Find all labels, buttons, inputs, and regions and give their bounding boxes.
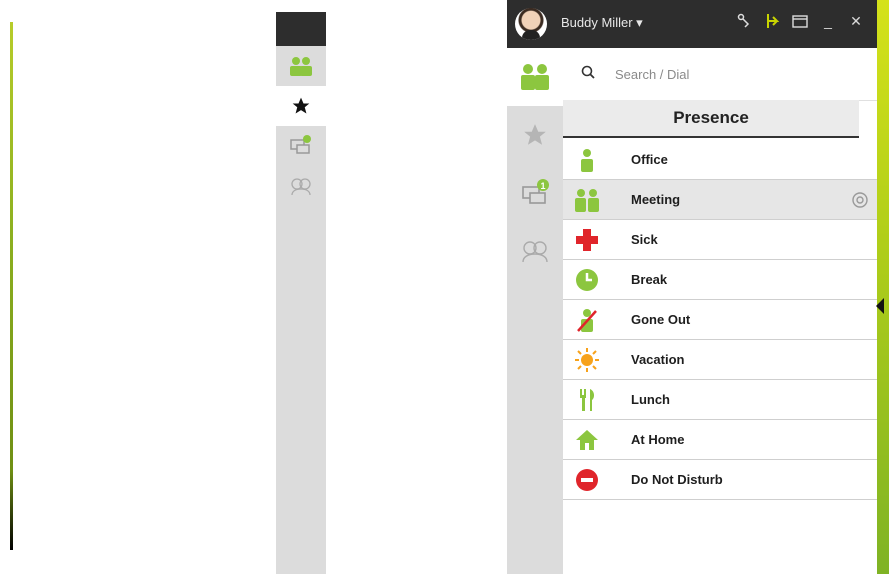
presence-item-do-not-disturb[interactable]: Do Not Disturb [563,460,877,500]
presence-label: Sick [631,232,658,247]
search-icon [581,65,595,79]
presence-label: At Home [631,432,685,447]
avatar[interactable] [515,8,547,40]
presence-list: Office Meeting Sick Break Gone Out Vacat… [563,140,877,500]
meeting-icon [575,189,599,212]
sidebar: 1 [507,48,563,574]
presence-item-vacation[interactable]: Vacation [563,340,877,380]
minimize-icon[interactable]: _ [819,12,837,30]
collapsed-contacts-button[interactable] [276,46,326,86]
presence-label: Vacation [631,352,685,367]
presence-item-sick[interactable]: Sick [563,220,877,260]
pin-icon[interactable] [763,12,781,30]
gone-out-icon [577,309,597,332]
presence-item-office[interactable]: Office [563,140,877,180]
sidebar-item-favorites[interactable] [507,106,563,164]
presence-label: Lunch [631,392,670,407]
fork-knife-icon [580,389,595,411]
collapsed-groups-button[interactable] [276,166,326,206]
groups-icon [291,178,311,196]
presence-label: Gone Out [631,312,691,327]
presence-item-gone-out[interactable]: Gone Out [563,300,877,340]
presence-item-meeting[interactable]: Meeting [563,180,877,220]
presence-label: Meeting [631,192,681,207]
collapsed-chat-button[interactable] [276,126,326,166]
presence-item-break[interactable]: Break [563,260,877,300]
sun-icon [575,348,599,372]
contacts-icon [521,64,549,90]
gear-icon[interactable] [851,191,869,209]
person-icon [581,149,593,172]
collapsed-sidebar [276,12,326,574]
sidebar-item-chat[interactable]: 1 [507,164,563,222]
presence-label: Break [631,272,668,287]
sidebar-item-contacts[interactable] [507,48,563,106]
close-icon[interactable]: ✕ [847,12,865,30]
right-edge-bar [877,0,889,574]
left-edge-bar [10,22,13,550]
star-icon [292,97,310,114]
red-cross-icon [576,229,598,251]
collapsed-titlebar [276,12,326,46]
collapse-arrow-icon[interactable] [876,298,884,314]
restore-icon[interactable] [791,12,809,30]
user-menu-button[interactable]: Buddy Miller ▾ [561,15,643,31]
clock-icon [576,269,598,291]
groups-icon [522,241,548,263]
presence-label: Office [631,152,668,167]
star-icon [524,124,546,145]
collapsed-favorites-button[interactable] [276,86,326,126]
do-not-disturb-icon [576,469,598,491]
title-bar: Buddy Miller ▾ _ ✕ [507,0,877,48]
search-input[interactable] [613,62,857,86]
presence-header: Presence [563,100,859,138]
house-icon [576,430,598,450]
presence-label: Do Not Disturb [631,472,723,487]
chat-badge: 1 [540,181,545,191]
chat-icon: 1 [522,179,549,204]
contacts-icon [290,57,312,76]
presence-item-lunch[interactable]: Lunch [563,380,877,420]
presence-item-at-home[interactable]: At Home [563,420,877,460]
search-bar [563,48,877,101]
link-icon[interactable] [735,12,753,30]
chat-icon [290,135,311,154]
sidebar-item-groups[interactable] [507,222,563,280]
main-window: Buddy Miller ▾ _ ✕ 1 Search / Dial Prese… [507,0,877,574]
